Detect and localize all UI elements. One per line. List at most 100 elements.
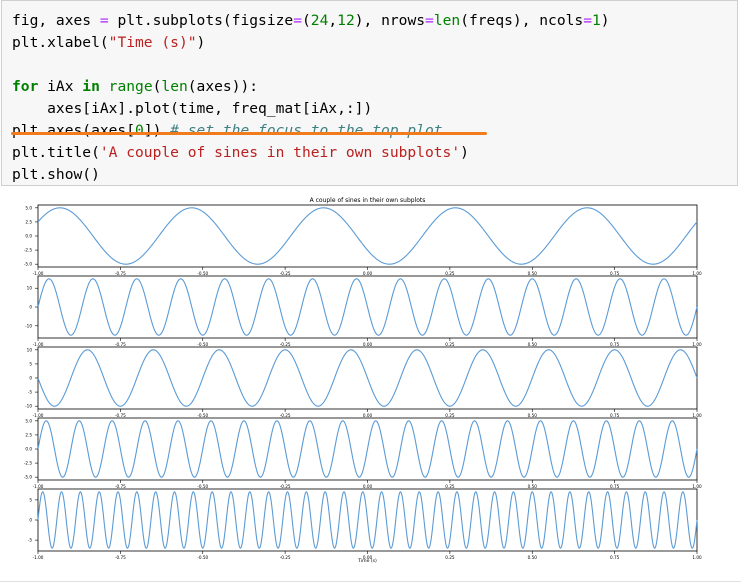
x-tick-label: 0.00 bbox=[363, 271, 373, 276]
y-tick-label: 0.0 bbox=[25, 234, 32, 239]
x-tick-label: -0.75 bbox=[115, 342, 126, 347]
x-tick-label: -0.25 bbox=[280, 484, 291, 489]
x-tick-label: 0.25 bbox=[445, 413, 455, 418]
x-tick-label: 0.50 bbox=[528, 271, 538, 276]
code-token: plt.subplots(figsize bbox=[108, 12, 294, 29]
code-line: plt.show() bbox=[12, 166, 100, 183]
code-token: = bbox=[293, 12, 302, 29]
y-tick-label: 10 bbox=[27, 347, 33, 352]
y-tick-label: 0 bbox=[29, 518, 32, 523]
code-line: plt.xlabel("Time (s)") bbox=[12, 34, 205, 51]
y-tick-label: 5.0 bbox=[25, 418, 32, 423]
subplot-4: 5.0 2.5 0.0 -2.5 -5.0-1.00 -0.75 -0.50 -0.25 0.0… bbox=[24, 417, 702, 489]
x-tick-label: 0.50 bbox=[528, 484, 538, 489]
y-tick-label: 5 bbox=[29, 361, 32, 366]
code-token: # set the focus to the top plot bbox=[170, 122, 443, 139]
x-tick-label: 0.50 bbox=[528, 555, 538, 560]
x-tick-label: 0.00 bbox=[363, 484, 373, 489]
code-token: ( bbox=[301, 12, 311, 29]
x-tick-label: 1.00 bbox=[692, 342, 702, 347]
code-token: , bbox=[328, 12, 338, 29]
x-tick-label: -0.75 bbox=[115, 555, 126, 560]
code-line: fig, axes = plt.subplots(figsize=(24,12)… bbox=[12, 12, 610, 29]
x-tick-label: 0.75 bbox=[610, 484, 620, 489]
x-tick-label: -1.00 bbox=[33, 271, 44, 276]
code-token: (axes)): bbox=[187, 78, 259, 95]
y-tick-label: -5 bbox=[28, 390, 33, 395]
x-tick-label: -0.75 bbox=[115, 271, 126, 276]
subplot-frame bbox=[37, 204, 698, 268]
code-editor[interactable]: fig, axes = plt.subplots(figsize=(24,12)… bbox=[12, 10, 610, 186]
code-token: fig, axes bbox=[12, 12, 100, 29]
code-token: axes[iAx].plot(time, freq_mat[iAx,:]) bbox=[12, 100, 373, 117]
y-tick-label: -10 bbox=[25, 404, 32, 409]
y-tick-label: 5 bbox=[29, 497, 32, 502]
figure: A couple of sines in their own subplots5… bbox=[24, 197, 702, 564]
code-token: ) bbox=[600, 12, 610, 29]
code-token: 0 bbox=[135, 122, 144, 139]
x-tick-label: 1.00 bbox=[692, 555, 702, 560]
y-tick-label: -5 bbox=[28, 538, 33, 543]
annotation-underline bbox=[11, 132, 487, 135]
code-token: = bbox=[99, 12, 109, 29]
code-token: range bbox=[108, 78, 153, 95]
y-tick-label: 0 bbox=[29, 305, 32, 310]
code-token: iAx bbox=[38, 78, 83, 95]
x-tick-label: 0.00 bbox=[363, 342, 373, 347]
x-tick-label: -0.50 bbox=[197, 413, 208, 418]
x-tick-label: -0.50 bbox=[197, 555, 208, 560]
code-token: plt.title( bbox=[12, 144, 100, 161]
x-tick-label: 0.25 bbox=[445, 271, 455, 276]
x-tick-label: 1.00 bbox=[692, 484, 702, 489]
divider bbox=[0, 581, 741, 582]
y-tick-label: 2.5 bbox=[25, 219, 32, 224]
code-token: plt.show() bbox=[12, 166, 100, 183]
y-tick-label: -5.0 bbox=[24, 262, 33, 267]
y-tick-label: 0.0 bbox=[25, 447, 32, 452]
code-token: ), nrows bbox=[354, 12, 426, 29]
x-tick-label: -1.00 bbox=[33, 413, 44, 418]
x-tick-label: 0.50 bbox=[528, 342, 538, 347]
subplot-5: 50-5-1.00 -0.75 -0.50 -0.25 0.00 0.25 0.50 0.75… bbox=[28, 488, 702, 560]
code-line: for iAx in range(len(axes)): bbox=[12, 78, 258, 95]
code-token: (freqs), ncols bbox=[460, 12, 584, 29]
code-token: 12 bbox=[337, 12, 355, 29]
code-line: plt.axes(axes[0]) # set the focus to the… bbox=[12, 122, 443, 139]
code-token: ) bbox=[196, 34, 206, 51]
x-tick-label: -0.75 bbox=[115, 413, 126, 418]
code-token: = bbox=[583, 12, 592, 29]
code-token: = bbox=[425, 12, 434, 29]
y-tick-label: -10 bbox=[25, 323, 32, 328]
code-token: 1 bbox=[592, 12, 601, 29]
x-tick-label: 0.75 bbox=[610, 342, 620, 347]
x-tick-label: 0.00 bbox=[363, 413, 373, 418]
x-tick-label: 0.25 bbox=[445, 555, 455, 560]
subplot-1: 5.0 2.5 0.0 -2.5 -5.0-1.00 -0.75 -0.50 -0.25 0.0… bbox=[24, 204, 702, 276]
code-cell-input[interactable]: fig, axes = plt.subplots(figsize=(24,12)… bbox=[1, 0, 738, 186]
x-tick-label: 0.75 bbox=[610, 271, 620, 276]
x-tick-label: 1.00 bbox=[692, 413, 702, 418]
x-tick-label: -0.25 bbox=[280, 413, 291, 418]
x-tick-label: 0.75 bbox=[610, 413, 620, 418]
code-token: plt.axes(axes[ bbox=[12, 122, 136, 139]
code-token: 24 bbox=[310, 12, 329, 29]
x-tick-label: -1.00 bbox=[33, 555, 44, 560]
chart-title: A couple of sines in their own subplots bbox=[310, 197, 426, 204]
x-tick-label: -0.75 bbox=[115, 484, 126, 489]
code-token: "Time (s)" bbox=[108, 34, 197, 51]
cell-output: A couple of sines in their own subplots 5… bbox=[0, 190, 741, 584]
x-tick-label: -0.50 bbox=[197, 342, 208, 347]
y-tick-label: -2.5 bbox=[24, 248, 33, 253]
x-tick-label: 0.25 bbox=[445, 484, 455, 489]
code-token: ]) bbox=[143, 122, 171, 139]
x-tick-label: -0.50 bbox=[197, 271, 208, 276]
x-tick-label: -0.25 bbox=[280, 271, 291, 276]
y-tick-label: 0 bbox=[29, 376, 32, 381]
code-token: plt.xlabel( bbox=[12, 34, 109, 51]
x-tick-label: -1.00 bbox=[33, 342, 44, 347]
x-tick-label: 0.50 bbox=[528, 413, 538, 418]
subplot-3: 10 5 0 -5 -10-1.00 -0.75 -0.50 -0.25 0.00 0.25 0.5… bbox=[25, 346, 702, 418]
code-token: for bbox=[12, 78, 39, 95]
y-tick-label: 5.0 bbox=[25, 205, 32, 210]
